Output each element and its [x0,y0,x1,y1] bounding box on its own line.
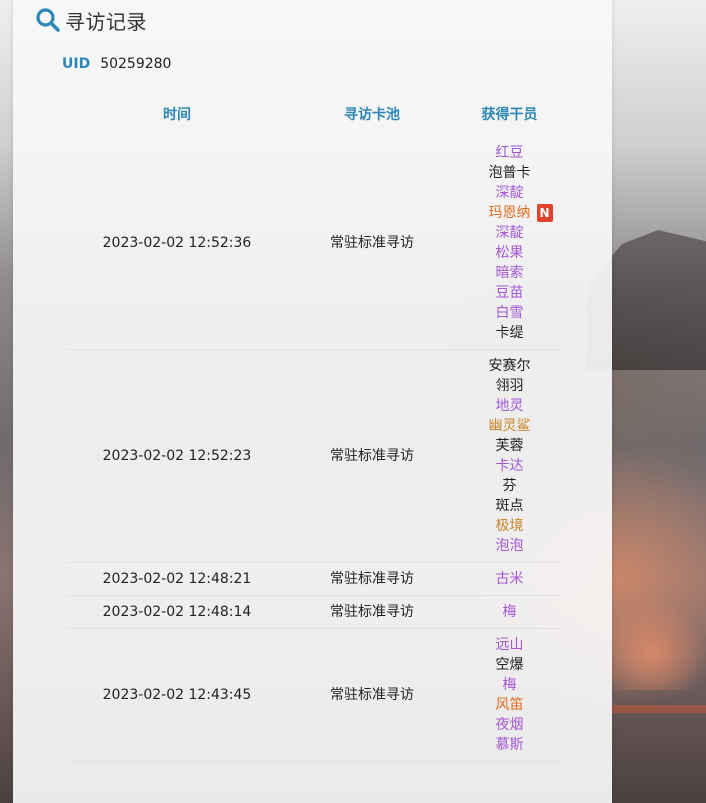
operator-label: 泡普卡 [488,165,531,181]
operator-label: 风笛 [495,697,524,713]
operator-name: 风笛 [496,695,524,715]
operator-label: 暗索 [495,265,524,281]
page-title: 寻访记录 [65,9,147,34]
record-time: 2023-02-02 12:48:14 [102,604,252,620]
operator-name: 芙蓉 [496,436,524,456]
operator-name: 泡泡 [496,536,524,556]
operator-label: 极境 [495,518,524,534]
operator-label: 空爆 [495,657,524,673]
uid-value: 50259280 [100,56,172,72]
table-row: 2023-02-02 12:48:14 常驻标准寻访 梅 [67,596,562,629]
operator-name: 梅 [503,675,517,695]
operator-label: 松果 [495,245,524,261]
operator-label: 慕斯 [495,737,524,753]
table-row: 2023-02-02 12:48:21 常驻标准寻访 古米 [67,563,562,596]
operator-name: 慕斯 [496,735,524,755]
operator-label: 深靛 [495,225,524,241]
record-pool: 常驻标准寻访 [330,448,414,464]
record-time: 2023-02-02 12:52:23 [102,448,252,464]
background-light-strip [606,705,706,713]
operator-label: 幽灵鲨 [488,418,531,434]
operator-name: 暗索 [496,263,524,283]
record-operators: 古米 [457,569,562,589]
operator-label: 泡泡 [495,538,524,554]
operator-name: 深靛 [496,183,524,203]
operator-name: 夜烟 [496,715,524,735]
operator-label: 芙蓉 [495,438,524,454]
operator-name: 泡普卡 [489,163,531,183]
column-header-pool: 寻访卡池 [344,107,400,123]
operator-name: 芬 [503,476,517,496]
operator-label: 芬 [502,478,517,494]
record-time: 2023-02-02 12:43:45 [102,687,252,703]
operator-name: 松果 [496,243,524,263]
operator-label: 远山 [495,637,524,653]
operator-label: 玛恩纳 [488,205,531,221]
records-table: 时间 寻访卡池 获得干员 2023-02-02 12:52:36 常驻标准寻访 红豆… [67,97,562,762]
operator-name: 深靛 [496,223,524,243]
operator-label: 红豆 [495,145,524,161]
operator-name: 翎羽 [496,376,524,396]
operator-label: 梅 [502,677,517,693]
operator-label: 豆苗 [495,285,524,301]
table-header: 时间 寻访卡池 获得干员 [67,97,562,131]
operator-name: 地灵 [496,396,524,416]
column-header-operators: 获得干员 [481,107,538,123]
operator-name: 梅 [503,602,517,622]
record-pool: 常驻标准寻访 [330,571,414,587]
operator-name: 极境 [496,516,524,536]
operator-name: 空爆 [496,655,524,675]
operator-label: 卡缇 [495,325,524,341]
operator-name: 卡缇 [496,323,524,343]
gacha-record-panel: 寻访记录 UID 50259280 时间 寻访卡池 获得干员 2023-02-0… [13,0,612,803]
uid-info: UID 50259280 [62,56,171,72]
operator-label: 梅 [502,604,517,620]
record-pool: 常驻标准寻访 [330,604,414,620]
uid-label: UID [62,56,91,72]
table-body: 2023-02-02 12:52:36 常驻标准寻访 红豆 泡普卡 深靛 玛恩纳 N 深靛 松果… [67,137,562,762]
operator-name: 古米 [496,569,524,589]
new-badge: N [536,204,553,222]
operator-label: 地灵 [495,398,524,414]
record-operators: 安赛尔翎羽地灵幽灵鲨芙蓉卡达芬斑点极境泡泡 [457,356,562,556]
record-pool: 常驻标准寻访 [330,687,414,703]
operator-name: 远山 [496,635,524,655]
operator-name: 玛恩纳 N [488,203,553,223]
background-glow [596,600,706,690]
search-icon [35,7,61,33]
record-pool: 常驻标准寻访 [330,235,414,251]
operator-name: 幽灵鲨 [489,416,531,436]
panel-header: 寻访记录 [35,6,147,34]
record-operators: 红豆 泡普卡 深靛 玛恩纳 N 深靛 松果 暗索 豆苗 白雪 卡缇 [457,143,562,343]
operator-label: 卡达 [495,458,524,474]
operator-label: 翎羽 [495,378,524,394]
operator-name: 豆苗 [496,283,524,303]
column-header-time: 时间 [163,107,191,123]
operator-label: 夜烟 [495,717,524,733]
record-operators: 梅 [457,602,562,622]
table-row: 2023-02-02 12:52:23 常驻标准寻访 安赛尔翎羽地灵幽灵鲨芙蓉卡达芬… [67,350,562,563]
operator-name: 白雪 [496,303,524,323]
table-row: 2023-02-02 12:52:36 常驻标准寻访 红豆 泡普卡 深靛 玛恩纳 N 深靛 松果… [67,137,562,350]
table-row: 2023-02-02 12:43:45 常驻标准寻访 远山空爆梅风笛夜烟慕斯 [67,629,562,762]
record-time: 2023-02-02 12:48:21 [102,571,252,587]
operator-label: 斑点 [495,498,524,514]
operator-label: 古米 [495,571,524,587]
operator-label: 深靛 [495,185,524,201]
record-time: 2023-02-02 12:52:36 [102,235,252,251]
operator-name: 红豆 [496,143,524,163]
operator-label: 安赛尔 [488,358,531,374]
operator-name: 卡达 [496,456,524,476]
record-operators: 远山空爆梅风笛夜烟慕斯 [457,635,562,755]
operator-label: 白雪 [495,305,524,321]
operator-name: 斑点 [496,496,524,516]
operator-name: 安赛尔 [489,356,531,376]
